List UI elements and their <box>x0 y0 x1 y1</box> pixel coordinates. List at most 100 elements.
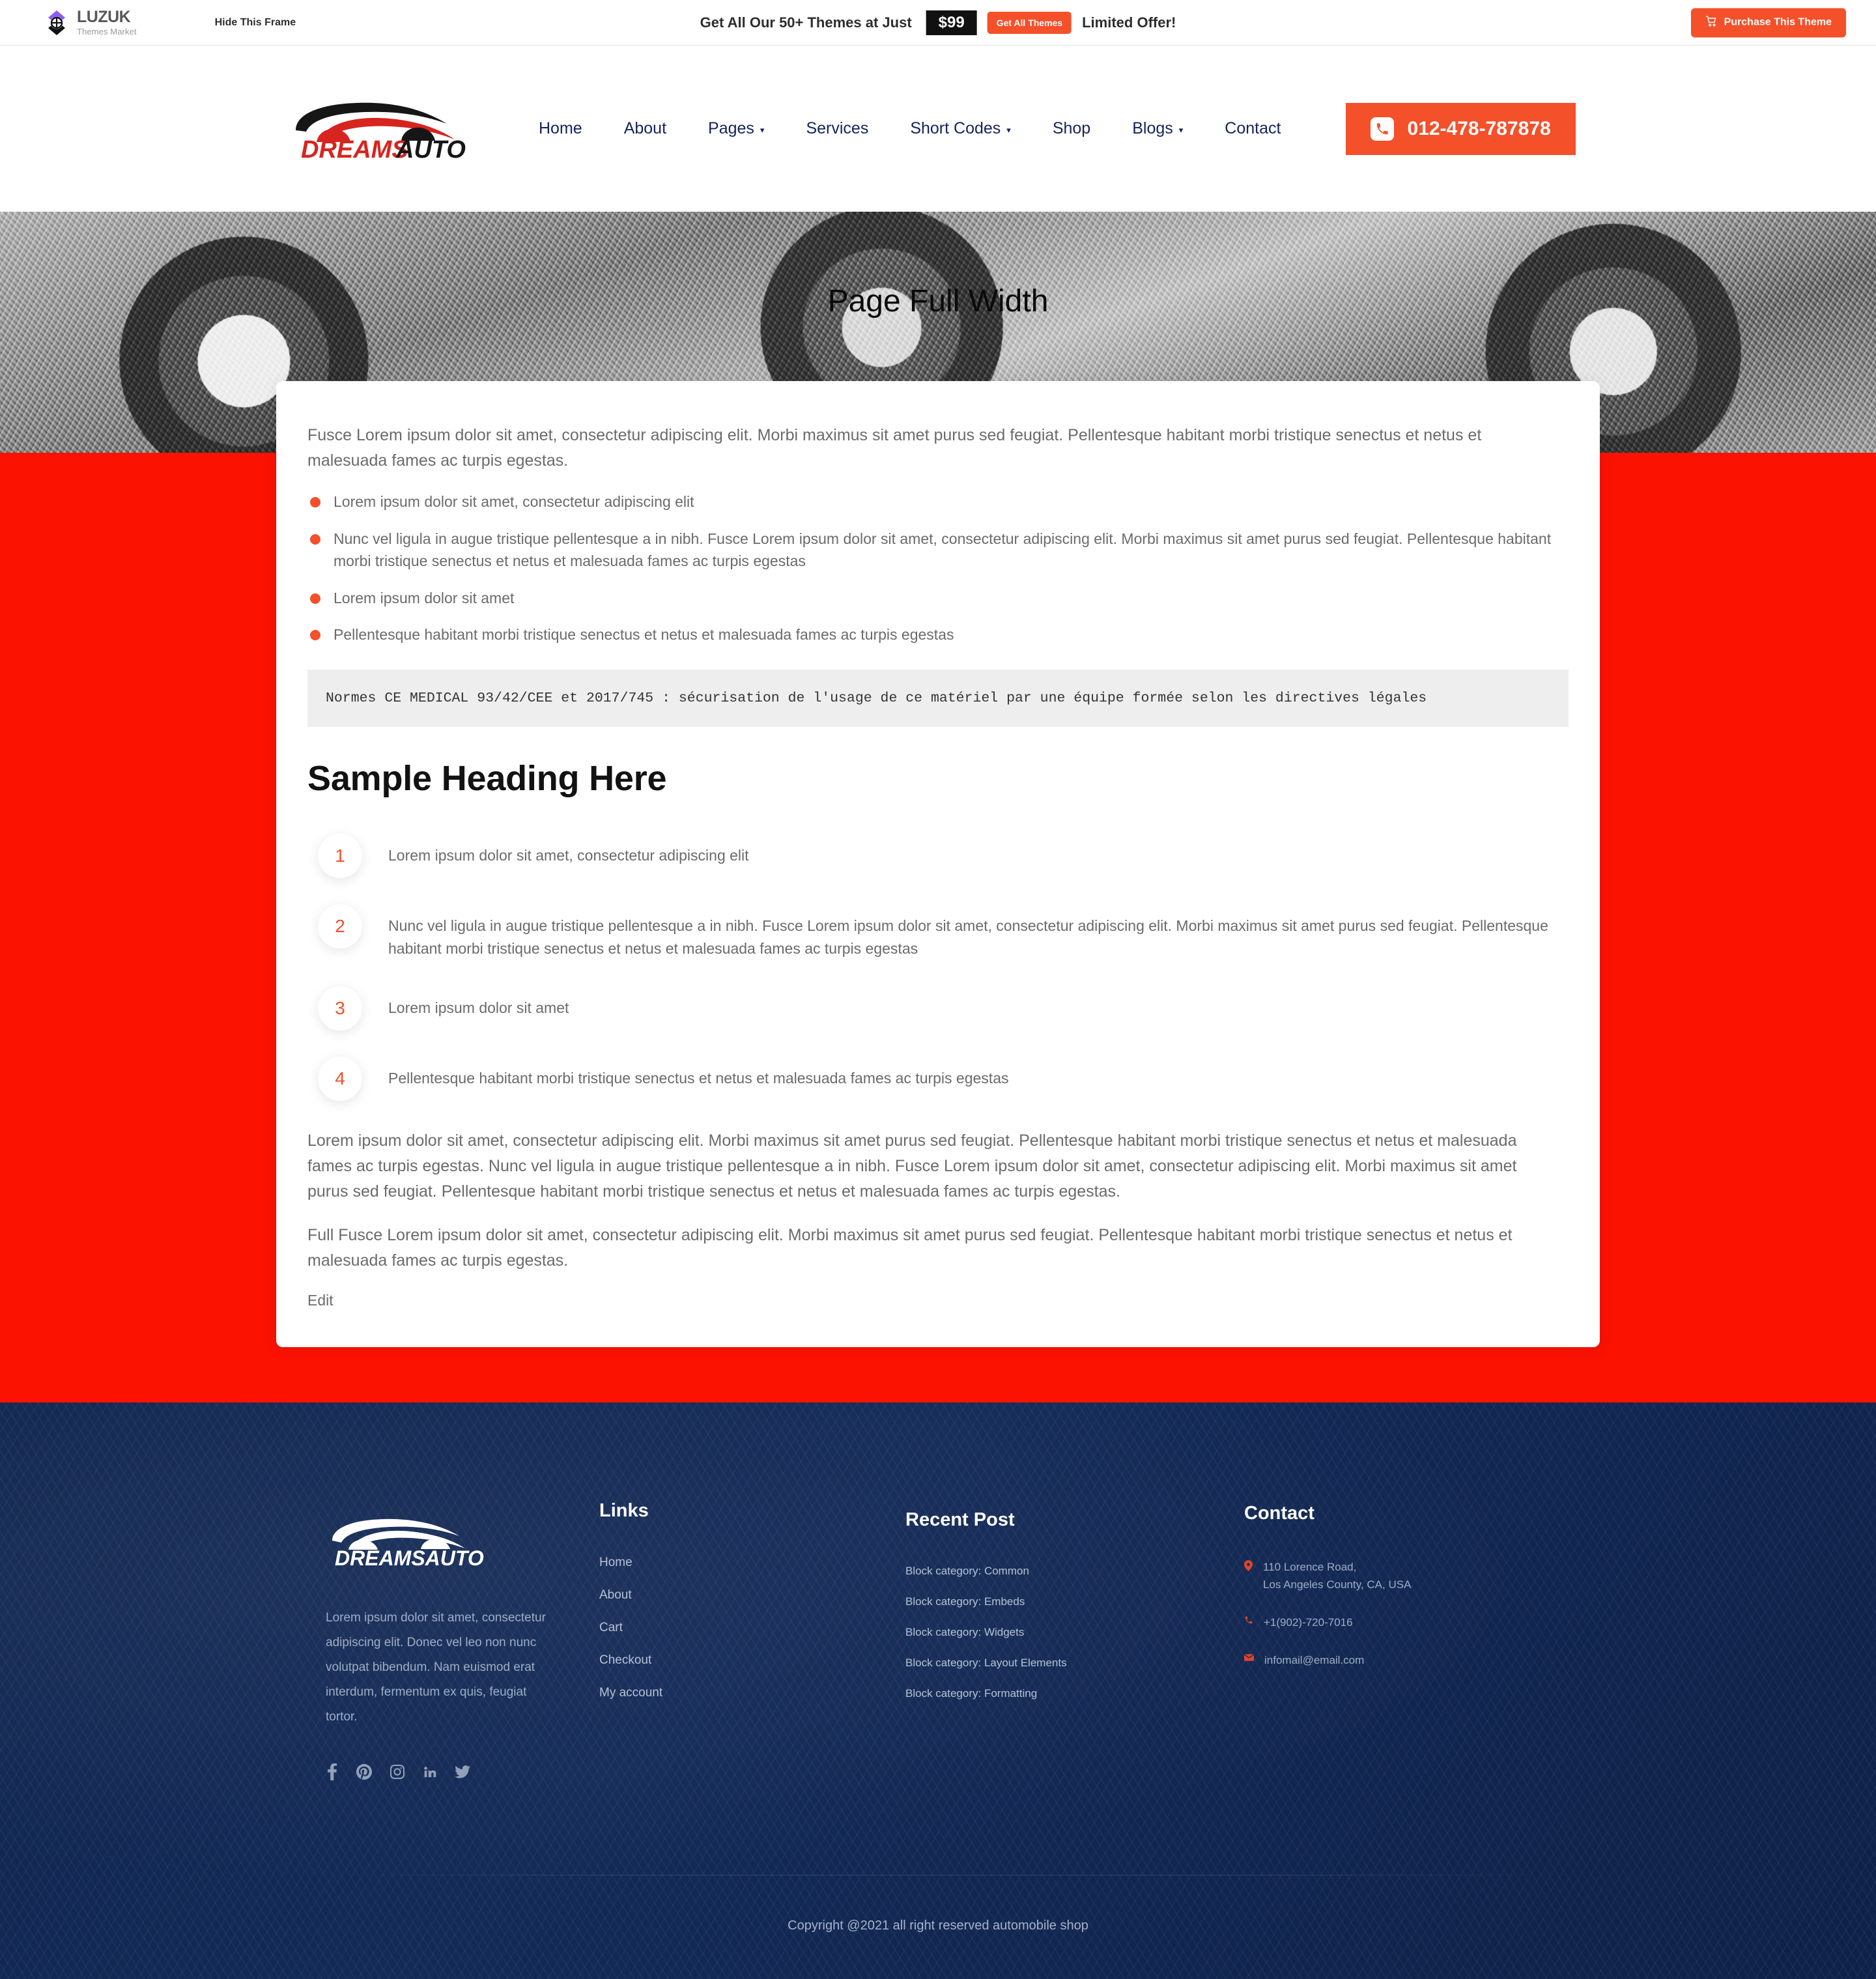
list-item-text: Lorem ipsum dolor sit amet, consectetur … <box>388 847 749 864</box>
footer-post-link[interactable]: Block category: Formatting <box>905 1687 1244 1700</box>
cart-icon <box>1705 15 1717 30</box>
purchase-this-theme-button[interactable]: Purchase This Theme <box>1690 8 1846 37</box>
contact-phone-text: +1(902)-720-7016 <box>1264 1616 1353 1629</box>
footer-link-home[interactable]: Home <box>599 1556 905 1570</box>
list-item-text: Lorem ipsum dolor sit amet <box>388 999 569 1016</box>
address-line-1: 110 Lorence Road, <box>1263 1560 1357 1573</box>
purchase-button-label: Purchase This Theme <box>1724 16 1832 28</box>
content-card: Fusce Lorem ipsum dolor sit amet, consec… <box>276 381 1600 1347</box>
list-item: 4 Pellentesque habitant morbi tristique … <box>318 1056 1569 1101</box>
nav-item-contact[interactable]: Contact <box>1204 119 1301 138</box>
nav-label: Pages <box>708 119 754 137</box>
footer-post-link[interactable]: Block category: Layout Elements <box>905 1657 1244 1670</box>
list-item: Lorem ipsum dolor sit amet, consectetur … <box>307 491 1553 513</box>
luzuk-logo-icon <box>43 9 70 36</box>
nav-item-short-codes[interactable]: Short Codes ▾ <box>889 119 1032 138</box>
footer-recent-post-column: Recent Post Block category: Common Block… <box>905 1500 1244 1718</box>
footer-link-cart[interactable]: Cart <box>599 1621 905 1635</box>
edit-link[interactable]: Edit <box>307 1292 334 1309</box>
list-item: 2 Nunc vel ligula in augue tristique pel… <box>318 904 1569 960</box>
footer-brand-column: DREAMSAUTO Lorem ipsum dolor sit amet, c… <box>326 1500 599 1784</box>
promo-text: Get All Our 50+ Themes at Just <box>700 14 912 31</box>
phone-icon <box>1371 117 1395 141</box>
chevron-down-icon: ▾ <box>760 125 765 135</box>
footer-columns: DREAMSAUTO Lorem ipsum dolor sit amet, c… <box>0 1500 1876 1784</box>
page-title: Page Full Width <box>827 284 1049 319</box>
footer-link-about[interactable]: About <box>599 1588 905 1602</box>
list-number-badge: 4 <box>318 1056 362 1101</box>
pinterest-icon[interactable] <box>356 1763 372 1783</box>
nav-label: Shop <box>1052 119 1091 137</box>
address-line-2: Los Angeles County, CA, USA <box>1263 1578 1412 1591</box>
footer-contact-title: Contact <box>1244 1502 1315 1524</box>
linkedin-icon[interactable] <box>423 1765 437 1782</box>
get-all-themes-button[interactable]: Get All Themes <box>987 11 1072 34</box>
chevron-down-icon: ▾ <box>1178 125 1184 135</box>
nav-label: About <box>623 119 667 137</box>
list-number-badge: 3 <box>318 986 362 1031</box>
list-item-text: Pellentesque habitant morbi tristique se… <box>388 1069 1009 1087</box>
instagram-icon[interactable] <box>390 1764 405 1783</box>
page-content-section: Fusce Lorem ipsum dolor sit amet, consec… <box>0 381 1876 1402</box>
footer-posts-title: Recent Post <box>905 1509 1015 1530</box>
svg-text:AUTO: AUTO <box>395 136 466 162</box>
svg-text:DREAMSAUTO: DREAMSAUTO <box>335 1546 484 1569</box>
nav-item-about[interactable]: About <box>603 119 687 138</box>
header-phone-number: 012-478-787878 <box>1407 117 1551 139</box>
nav-label: Blogs <box>1132 119 1173 137</box>
chevron-down-icon: ▾ <box>1006 125 1011 135</box>
luzuk-brand-subtitle: Themes Market <box>77 27 137 36</box>
nav-item-services[interactable]: Services <box>785 119 889 138</box>
nav-item-pages[interactable]: Pages ▾ <box>687 119 785 138</box>
nav-item-blogs[interactable]: Blogs ▾ <box>1111 119 1204 138</box>
nav-label: Services <box>806 119 869 137</box>
footer-link-checkout[interactable]: Checkout <box>599 1653 905 1668</box>
section-heading: Sample Heading Here <box>307 759 667 799</box>
footer-contact-column: Contact 110 Lorence Road, Los Angeles Co… <box>1244 1500 1524 1688</box>
nav-label: Short Codes <box>910 119 1001 137</box>
list-item-text: Nunc vel ligula in augue tristique pelle… <box>388 917 1548 957</box>
luzuk-brand: LUZUK Themes Market <box>43 9 137 36</box>
intro-paragraph: Fusce Lorem ipsum dolor sit amet, consec… <box>307 426 1482 470</box>
list-number-badge: 1 <box>318 834 362 879</box>
footer-post-link[interactable]: Block category: Common <box>905 1565 1244 1578</box>
envelope-icon <box>1244 1651 1254 1665</box>
contact-address: 110 Lorence Road, Los Angeles County, CA… <box>1244 1558 1524 1594</box>
footer-post-link[interactable]: Block category: Embeds <box>905 1595 1244 1608</box>
header-phone-button[interactable]: 012-478-787878 <box>1346 102 1576 155</box>
nav-item-shop[interactable]: Shop <box>1032 119 1111 138</box>
footer-links-title: Links <box>599 1500 649 1521</box>
site-header: DREAMS AUTO Home About Pages ▾ Services … <box>0 46 1876 212</box>
numbered-list: 1 Lorem ipsum dolor sit amet, consectetu… <box>307 834 1569 1101</box>
contact-phone[interactable]: +1(902)-720-7016 <box>1244 1614 1524 1632</box>
footer-about-text: Lorem ipsum dolor sit amet, consectetur … <box>326 1610 546 1724</box>
footer-link-my-account[interactable]: My account <box>599 1686 905 1700</box>
location-pin-icon <box>1244 1558 1253 1574</box>
svg-text:DREAMS: DREAMS <box>301 136 408 162</box>
copyright-text: Copyright @2021 all right reserved autom… <box>788 1918 1088 1933</box>
nav-label: Contact <box>1225 119 1281 137</box>
hide-this-frame-button[interactable]: Hide This Frame <box>215 17 296 29</box>
list-item: 3 Lorem ipsum dolor sit amet <box>318 986 1569 1031</box>
site-logo[interactable]: DREAMS AUTO <box>287 96 482 162</box>
limited-offer-text: Limited Offer! <box>1082 14 1176 31</box>
twitter-icon[interactable] <box>455 1765 470 1782</box>
list-number-badge: 2 <box>318 904 362 949</box>
phone-icon <box>1244 1614 1253 1628</box>
list-item: Pellentesque habitant morbi tristique se… <box>307 623 1553 646</box>
list-item: Nunc vel ligula in augue tristique pelle… <box>307 528 1553 573</box>
footer-post-link[interactable]: Block category: Widgets <box>905 1626 1244 1639</box>
body-paragraph-2: Full Fusce Lorem ipsum dolor sit amet, c… <box>307 1225 1513 1270</box>
facebook-icon[interactable] <box>326 1763 339 1784</box>
contact-email[interactable]: infomail@email.com <box>1244 1651 1524 1670</box>
luzuk-frame-bar: LUZUK Themes Market Hide This Frame Get … <box>0 0 1876 46</box>
footer-links-column: Links Home About Cart Checkout My accoun… <box>599 1500 905 1718</box>
main-navigation: Home About Pages ▾ Services Short Codes … <box>518 119 1301 138</box>
footer-logo[interactable]: DREAMSAUTO <box>326 1515 487 1569</box>
nav-item-home[interactable]: Home <box>518 119 603 138</box>
promo-banner: Get All Our 50+ Themes at Just $99 Get A… <box>700 10 1176 35</box>
site-footer: DREAMSAUTO Lorem ipsum dolor sit amet, c… <box>0 1402 1876 1979</box>
social-links <box>326 1763 599 1784</box>
luzuk-brand-name: LUZUK <box>77 8 131 26</box>
bullet-list: Lorem ipsum dolor sit amet, consectetur … <box>307 491 1569 646</box>
